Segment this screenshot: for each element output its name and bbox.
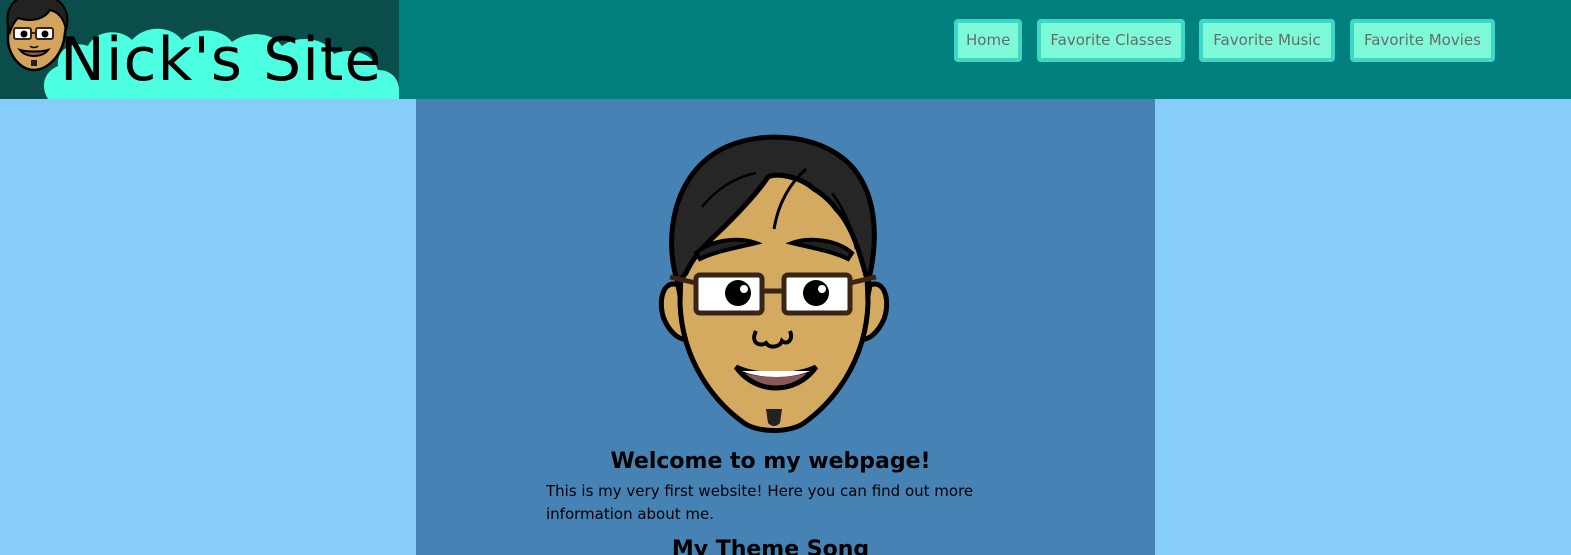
main-content: Welcome to my webpage! This is my very f… <box>416 99 1155 555</box>
site-header: Nick's Site Home Favorite Classes Favori… <box>0 0 1571 99</box>
main-nav: Home Favorite Classes Favorite Music Fav… <box>0 19 1571 68</box>
intro-paragraph: This is my very first website! Here you … <box>546 482 974 523</box>
nav-favorite-classes-button[interactable]: Favorite Classes <box>1037 19 1185 62</box>
avatar-icon <box>658 134 890 433</box>
nav-home-button[interactable]: Home <box>954 19 1022 62</box>
theme-song-heading: My Theme Song <box>671 537 870 555</box>
nav-favorite-movies-button[interactable]: Favorite Movies <box>1350 19 1495 62</box>
nav-favorite-music-button[interactable]: Favorite Music <box>1199 19 1335 62</box>
welcome-heading: Welcome to my webpage! <box>610 449 931 474</box>
